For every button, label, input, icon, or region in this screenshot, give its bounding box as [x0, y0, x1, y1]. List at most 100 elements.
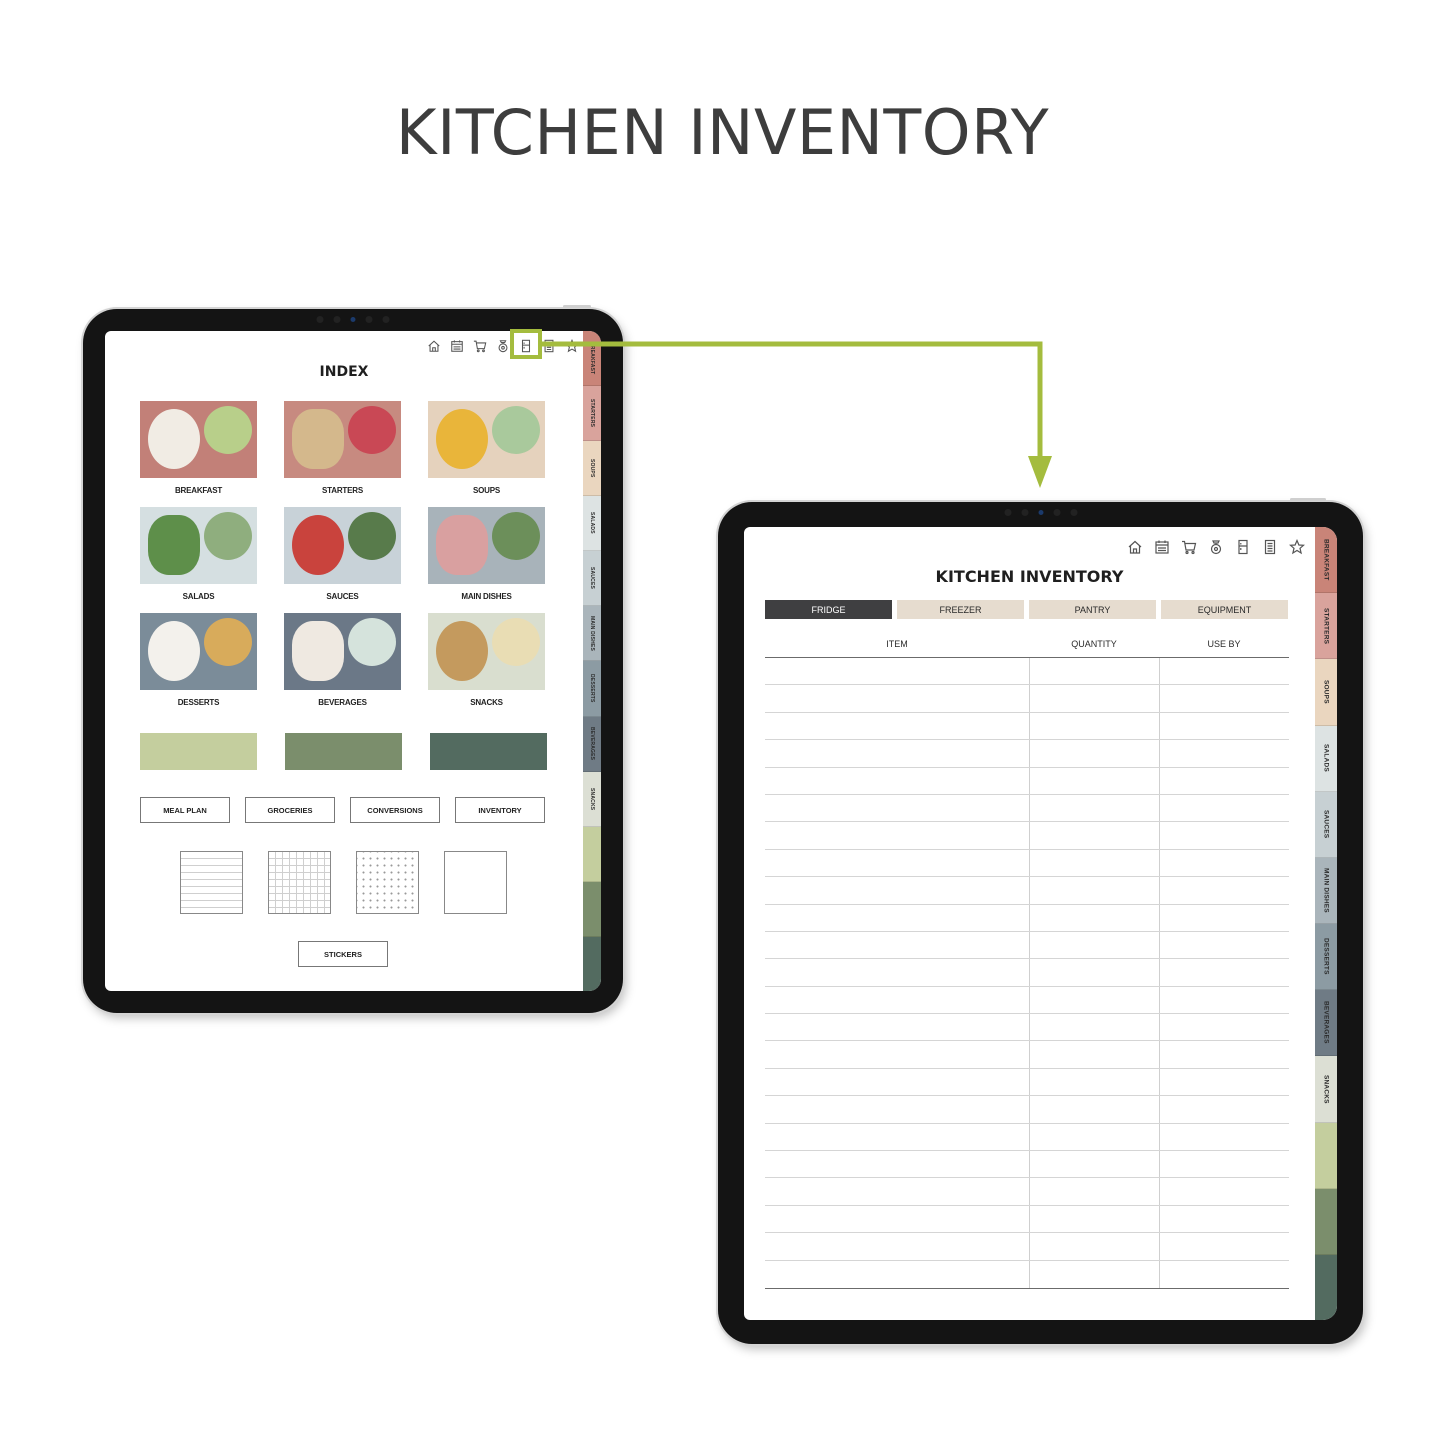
stickers-button[interactable]: STICKERS [298, 941, 388, 967]
tab-freezer[interactable]: FREEZER [897, 600, 1024, 619]
use-by-cell[interactable] [1159, 959, 1289, 986]
quantity-cell[interactable] [1029, 877, 1159, 904]
category-soups[interactable]: SOUPS [428, 401, 545, 495]
use-by-cell[interactable] [1159, 1178, 1289, 1205]
paper-template-grid[interactable] [268, 851, 331, 914]
side-tab-blank-9[interactable] [1315, 1122, 1337, 1189]
nav-button-star[interactable] [1289, 539, 1305, 555]
use-by-cell[interactable] [1159, 1205, 1289, 1233]
color-swatch-1[interactable] [140, 733, 257, 770]
nav-button-home[interactable] [427, 339, 441, 353]
category-image[interactable] [284, 613, 401, 690]
item-cell[interactable] [765, 740, 1029, 766]
side-tab-blank-11[interactable] [583, 936, 601, 991]
category-image[interactable] [140, 613, 257, 690]
item-cell[interactable] [765, 850, 1029, 876]
item-cell[interactable] [765, 1124, 1029, 1150]
item-cell[interactable] [765, 685, 1029, 711]
side-tab-soups[interactable]: SOUPS [1315, 659, 1337, 726]
category-image[interactable] [140, 507, 257, 584]
category-image[interactable] [284, 507, 401, 584]
item-cell[interactable] [765, 1041, 1029, 1067]
nav-button-calendar[interactable] [1154, 539, 1170, 555]
quantity-cell[interactable] [1029, 1178, 1159, 1205]
link-groceries[interactable]: GROCERIES [245, 797, 335, 823]
nav-button-cart[interactable] [473, 339, 487, 353]
use-by-cell[interactable] [1159, 849, 1289, 877]
color-swatch-2[interactable] [285, 733, 402, 770]
item-cell[interactable] [765, 1261, 1029, 1288]
link-inventory[interactable]: INVENTORY [455, 797, 545, 823]
quantity-cell[interactable] [1029, 1260, 1159, 1288]
use-by-cell[interactable] [1159, 794, 1289, 822]
nav-button-star[interactable] [565, 339, 579, 353]
nav-button-calendar[interactable] [450, 339, 464, 353]
side-tab-blank-10[interactable] [1315, 1188, 1337, 1255]
category-image[interactable] [428, 507, 545, 584]
quantity-cell[interactable] [1029, 1151, 1159, 1178]
quantity-cell[interactable] [1029, 1068, 1159, 1096]
color-swatch-3[interactable] [430, 733, 547, 770]
use-by-cell[interactable] [1159, 1041, 1289, 1068]
quantity-cell[interactable] [1029, 1123, 1159, 1151]
use-by-cell[interactable] [1159, 1123, 1289, 1151]
quantity-cell[interactable] [1029, 794, 1159, 822]
quantity-cell[interactable] [1029, 767, 1159, 794]
side-tab-blank-11[interactable] [1315, 1254, 1337, 1320]
item-cell[interactable] [765, 959, 1029, 985]
side-tab-starters[interactable]: STARTERS [1315, 593, 1337, 660]
quantity-cell[interactable] [1029, 1014, 1159, 1041]
category-image[interactable] [428, 401, 545, 478]
nav-button-notes[interactable] [1262, 539, 1278, 555]
use-by-cell[interactable] [1159, 986, 1289, 1014]
category-image[interactable] [428, 613, 545, 690]
category-salads[interactable]: SALADS [140, 507, 257, 601]
use-by-cell[interactable] [1159, 877, 1289, 904]
tab-pantry[interactable]: PANTRY [1029, 600, 1156, 619]
quantity-cell[interactable] [1029, 822, 1159, 849]
side-tab-salads[interactable]: SALADS [1315, 725, 1337, 792]
tab-fridge[interactable]: FRIDGE [765, 600, 892, 619]
side-tab-beverages[interactable]: BEVERAGES [1315, 990, 1337, 1057]
side-tab-desserts[interactable]: DESSERTS [583, 661, 601, 717]
category-desserts[interactable]: DESSERTS [140, 613, 257, 707]
category-sauces[interactable]: SAUCES [284, 507, 401, 601]
use-by-cell[interactable] [1159, 1096, 1289, 1123]
side-tab-salads[interactable]: SALADS [583, 496, 601, 552]
side-tab-snacks[interactable]: SNACKS [1315, 1056, 1337, 1123]
side-tab-sauces[interactable]: SAUCES [583, 551, 601, 607]
side-tab-main-dishes[interactable]: MAIN DISHES [583, 606, 601, 662]
item-cell[interactable] [765, 658, 1029, 684]
item-cell[interactable] [765, 877, 1029, 903]
side-tab-main-dishes[interactable]: MAIN DISHES [1315, 857, 1337, 925]
use-by-cell[interactable] [1159, 740, 1289, 767]
item-cell[interactable] [765, 932, 1029, 958]
nav-button-notes[interactable] [542, 339, 556, 353]
nav-button-scale[interactable] [496, 339, 510, 353]
quantity-cell[interactable] [1029, 986, 1159, 1014]
use-by-cell[interactable] [1159, 685, 1289, 712]
quantity-cell[interactable] [1029, 740, 1159, 767]
use-by-cell[interactable] [1159, 1014, 1289, 1041]
category-main-dishes[interactable]: MAIN DISHES [428, 507, 545, 601]
side-tab-starters[interactable]: STARTERS [583, 386, 601, 442]
item-cell[interactable] [765, 1178, 1029, 1204]
item-cell[interactable] [765, 1206, 1029, 1232]
item-cell[interactable] [765, 1233, 1029, 1259]
item-cell[interactable] [765, 1151, 1029, 1177]
use-by-cell[interactable] [1159, 1151, 1289, 1178]
quantity-cell[interactable] [1029, 931, 1159, 959]
nav-button-home[interactable] [1127, 539, 1143, 555]
item-cell[interactable] [765, 1096, 1029, 1122]
item-cell[interactable] [765, 1014, 1029, 1040]
use-by-cell[interactable] [1159, 822, 1289, 849]
quantity-cell[interactable] [1029, 658, 1159, 685]
tab-equipment[interactable]: EQUIPMENT [1161, 600, 1288, 619]
side-tab-blank-10[interactable] [583, 881, 601, 937]
quantity-cell[interactable] [1029, 849, 1159, 877]
quantity-cell[interactable] [1029, 1233, 1159, 1260]
item-cell[interactable] [765, 795, 1029, 821]
quantity-cell[interactable] [1029, 1096, 1159, 1123]
quantity-cell[interactable] [1029, 959, 1159, 986]
category-starters[interactable]: STARTERS [284, 401, 401, 495]
